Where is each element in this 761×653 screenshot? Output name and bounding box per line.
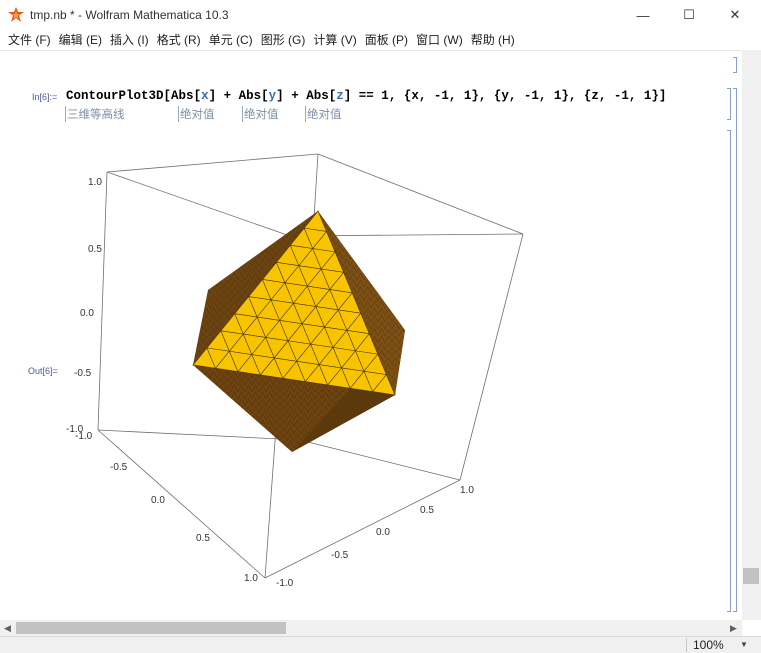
- tick-z-4: -0.5: [74, 368, 92, 379]
- tick-x-2: -0.5: [110, 462, 128, 473]
- octahedron-surface: [192, 210, 405, 452]
- zoom-dropdown-icon[interactable]: ▼: [740, 640, 748, 649]
- tick-z-2: 0.5: [88, 244, 102, 255]
- tick-y-5: 1.0: [460, 485, 474, 496]
- tick-x-3: 0.0: [151, 495, 165, 506]
- tick-y-3: 0.0: [376, 527, 390, 538]
- zoom-level[interactable]: 100%: [686, 638, 741, 652]
- tick-z-3: 0.0: [80, 308, 94, 319]
- tick-z-1: 1.0: [88, 177, 102, 188]
- vertical-scrollbar[interactable]: [742, 50, 761, 620]
- vertical-scroll-thumb[interactable]: [743, 568, 759, 584]
- tick-x-4: 0.5: [196, 533, 210, 544]
- scroll-left-icon[interactable]: ◀: [4, 623, 11, 634]
- tick-y-2: -0.5: [331, 550, 349, 561]
- tick-x-5: 1.0: [244, 573, 258, 584]
- horizontal-scroll-thumb[interactable]: [16, 622, 286, 634]
- tick-x-1: -1.0: [75, 431, 93, 442]
- status-bar: [0, 636, 761, 653]
- contour-plot-3d[interactable]: 1.0 0.5 0.0 -0.5 -1.0 -1.0 -0.5 0.0 0.5 …: [0, 0, 761, 652]
- tick-y-4: 0.5: [420, 505, 434, 516]
- tick-y-1: -1.0: [276, 578, 294, 589]
- scroll-right-icon[interactable]: ▶: [730, 623, 737, 634]
